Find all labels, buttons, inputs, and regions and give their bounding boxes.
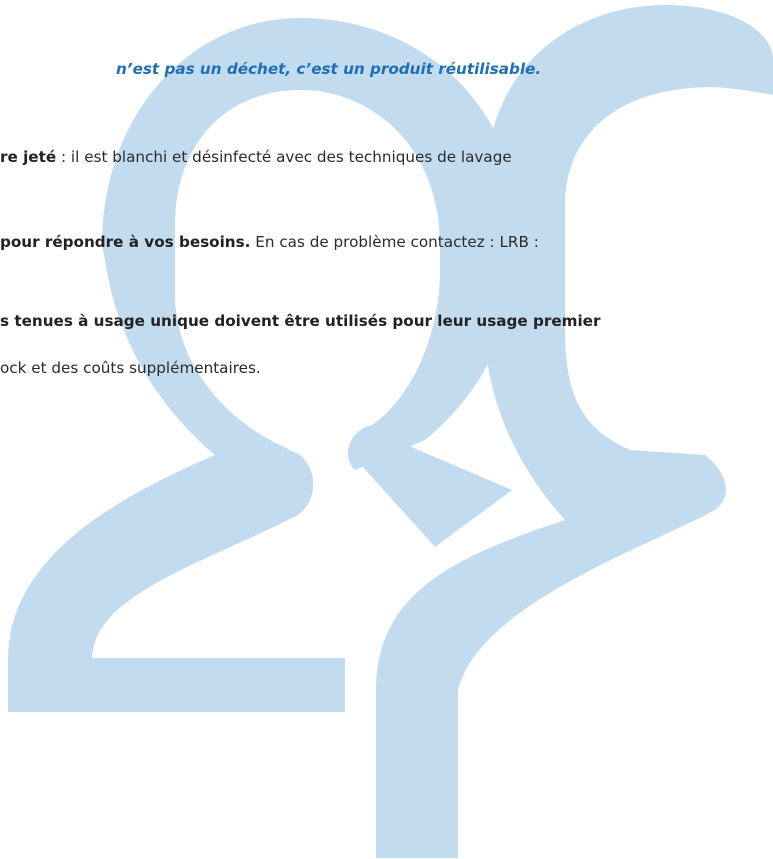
tagline-text: n’est pas un déchet, c’est un produit ré…: [116, 60, 542, 78]
document-page: n’est pas un déchet, c’est un produit ré…: [0, 0, 773, 859]
line3-bold: s tenues à usage unique doivent être uti…: [0, 312, 601, 330]
line2-bold: pour répondre à vos besoins.: [0, 233, 251, 251]
paragraph-line-4: ock et des coûts supplémentaires.: [0, 359, 261, 377]
line1-rest: : il est blanchi et désinfecté avec des …: [56, 148, 512, 166]
paragraph-line-3: s tenues à usage unique doivent être uti…: [0, 312, 601, 330]
paragraph-line-1: re jeté : il est blanchi et désinfecté a…: [0, 148, 512, 166]
line4-text: ock et des coûts supplémentaires.: [0, 359, 261, 377]
users-icon: [8, 5, 773, 858]
paragraph-line-2: pour répondre à vos besoins. En cas de p…: [0, 233, 539, 251]
line2-rest: En cas de problème contactez : LRB :: [250, 233, 539, 251]
user-neck-joint: [352, 429, 512, 547]
line1-bold: re jeté: [0, 148, 57, 166]
